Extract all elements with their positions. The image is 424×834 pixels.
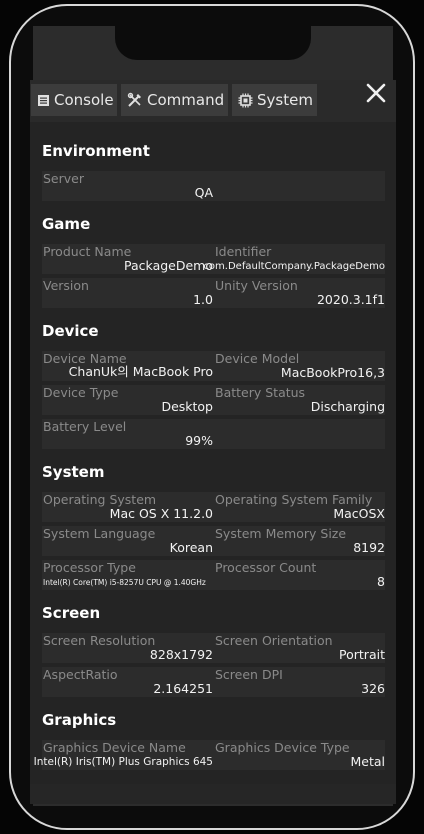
- tab-console[interactable]: Console: [31, 84, 117, 116]
- graphics-name-cell: Graphics Device Name Intel(R) Iris(TM) P…: [34, 740, 213, 770]
- info-row: Server QA: [42, 171, 385, 201]
- resolution-value: 828x1792: [149, 647, 213, 662]
- server-label: Server: [43, 171, 84, 186]
- identifier-label: Identifier: [215, 244, 272, 259]
- section-title-device: Device: [42, 322, 99, 340]
- graphics-name-value: Intel(R) Iris(TM) Plus Graphics 645: [33, 756, 213, 768]
- device-model-cell: Device Model MacBookPro16,3: [214, 351, 385, 381]
- battery-level-cell: Battery Level 99%: [42, 419, 213, 449]
- version-label: Version: [43, 278, 89, 293]
- processor-type-label: Processor Type: [43, 560, 136, 575]
- section-title-environment: Environment: [42, 142, 150, 160]
- graphics-type-label: Graphics Device Type: [215, 740, 350, 755]
- info-row: Version 1.0 Unity Version 2020.3.1f1: [42, 278, 385, 308]
- memory-value: 8192: [353, 540, 385, 555]
- processor-count-cell: Processor Count 8: [214, 560, 385, 590]
- screen-notch: [115, 26, 311, 60]
- tab-console-label: Console: [54, 91, 114, 109]
- device-model-label: Device Model: [215, 351, 300, 366]
- unity-version-value: 2020.3.1f1: [316, 292, 385, 307]
- wrench-screwdriver-icon: [127, 92, 141, 107]
- battery-status-value: Discharging: [310, 399, 385, 414]
- language-value: Korean: [169, 540, 213, 555]
- memory-cell: System Memory Size 8192: [214, 526, 385, 556]
- product-name-cell: Product Name PackageDemo: [42, 244, 213, 274]
- os-value: Mac OS X 11.2.0: [109, 506, 213, 521]
- info-row: Product Name PackageDemo Identifier com.…: [42, 244, 385, 274]
- graphics-type-value: Metal: [350, 754, 385, 769]
- info-row: Processor Type Intel(R) Core(TM) i5-8257…: [42, 560, 385, 590]
- info-row: System Language Korean System Memory Siz…: [42, 526, 385, 556]
- info-row: Device Type Desktop Battery Status Disch…: [42, 385, 385, 415]
- unity-version-cell: Unity Version 2020.3.1f1: [214, 278, 385, 308]
- aspect-value: 2.164251: [153, 681, 213, 696]
- orientation-label: Screen Orientation: [215, 633, 333, 648]
- battery-level-value: 99%: [185, 433, 213, 448]
- processor-type-value: Intel(R) Core(TM) i5-8257U CPU @ 1.40GHz: [43, 578, 206, 587]
- info-row: Graphics Device Name Intel(R) Iris(TM) P…: [34, 740, 385, 770]
- dpi-cell: Screen DPI 326: [214, 667, 385, 697]
- info-row: Operating System Mac OS X 11.2.0 Operati…: [42, 492, 385, 522]
- os-family-value: MacOSX: [333, 506, 385, 521]
- section-title-graphics: Graphics: [42, 711, 117, 729]
- aspect-cell: AspectRatio 2.164251: [42, 667, 213, 697]
- language-cell: System Language Korean: [42, 526, 213, 556]
- orientation-cell: Screen Orientation Portrait: [214, 633, 385, 663]
- info-row: Device Name ChanUk의 MacBook Pro Device M…: [42, 351, 385, 381]
- resolution-cell: Screen Resolution 828x1792: [42, 633, 213, 663]
- device-model-value: MacBookPro16,3: [280, 365, 385, 380]
- console-icon: [38, 94, 49, 106]
- device-type-cell: Device Type Desktop: [42, 385, 213, 415]
- processor-count-value: 8: [377, 574, 385, 589]
- info-row: Battery Level 99%: [42, 419, 385, 449]
- graphics-name-label: Graphics Device Name: [43, 740, 186, 755]
- device-type-value: Desktop: [161, 399, 213, 414]
- processor-count-label: Processor Count: [215, 560, 317, 575]
- os-family-label: Operating System Family: [215, 492, 373, 507]
- orientation-value: Portrait: [339, 647, 385, 662]
- system-info-content: Environment Server QA Game Product Name …: [30, 122, 396, 784]
- info-row: AspectRatio 2.164251 Screen DPI 326: [42, 667, 385, 697]
- identifier-value: com.DefaultCompany.PackageDemo: [203, 261, 385, 272]
- version-cell: Version 1.0: [42, 278, 213, 308]
- os-label: Operating System: [43, 492, 157, 507]
- server-value: QA: [194, 185, 213, 200]
- memory-label: System Memory Size: [215, 526, 347, 541]
- battery-status-label: Battery Status: [215, 385, 306, 400]
- dpi-label: Screen DPI: [215, 667, 283, 682]
- product-name-value: PackageDemo: [124, 258, 213, 273]
- tab-command-label: Command: [147, 91, 225, 109]
- device-name-cell: Device Name ChanUk의 MacBook Pro: [42, 351, 213, 381]
- product-name-label: Product Name: [43, 244, 132, 259]
- language-label: System Language: [43, 526, 156, 541]
- debug-panel: Console Command System Environment Serve…: [30, 80, 396, 804]
- resolution-label: Screen Resolution: [43, 633, 156, 648]
- processor-type-cell: Processor Type Intel(R) Core(TM) i5-8257…: [42, 560, 213, 590]
- os-family-cell: Operating System Family MacOSX: [214, 492, 385, 522]
- tab-system-label: System: [257, 91, 313, 109]
- tab-command[interactable]: Command: [121, 84, 228, 116]
- section-title-screen: Screen: [42, 604, 101, 622]
- device-name-value: ChanUk의 MacBook Pro: [68, 364, 213, 379]
- server-cell: Server QA: [42, 171, 213, 201]
- battery-status-cell: Battery Status Discharging: [214, 385, 385, 415]
- close-icon[interactable]: [362, 80, 390, 108]
- chip-icon: [238, 93, 253, 107]
- section-title-system: System: [42, 463, 105, 481]
- device-type-label: Device Type: [43, 385, 119, 400]
- tab-system[interactable]: System: [232, 84, 317, 116]
- battery-level-label: Battery Level: [43, 419, 127, 434]
- dpi-value: 326: [361, 681, 385, 696]
- graphics-type-cell: Graphics Device Type Metal: [214, 740, 385, 770]
- version-value: 1.0: [193, 292, 213, 307]
- info-row: Screen Resolution 828x1792 Screen Orient…: [42, 633, 385, 663]
- os-cell: Operating System Mac OS X 11.2.0: [42, 492, 213, 522]
- unity-version-label: Unity Version: [215, 278, 298, 293]
- section-title-game: Game: [42, 215, 91, 233]
- aspect-label: AspectRatio: [43, 667, 118, 682]
- identifier-cell: Identifier com.DefaultCompany.PackageDem…: [203, 244, 385, 274]
